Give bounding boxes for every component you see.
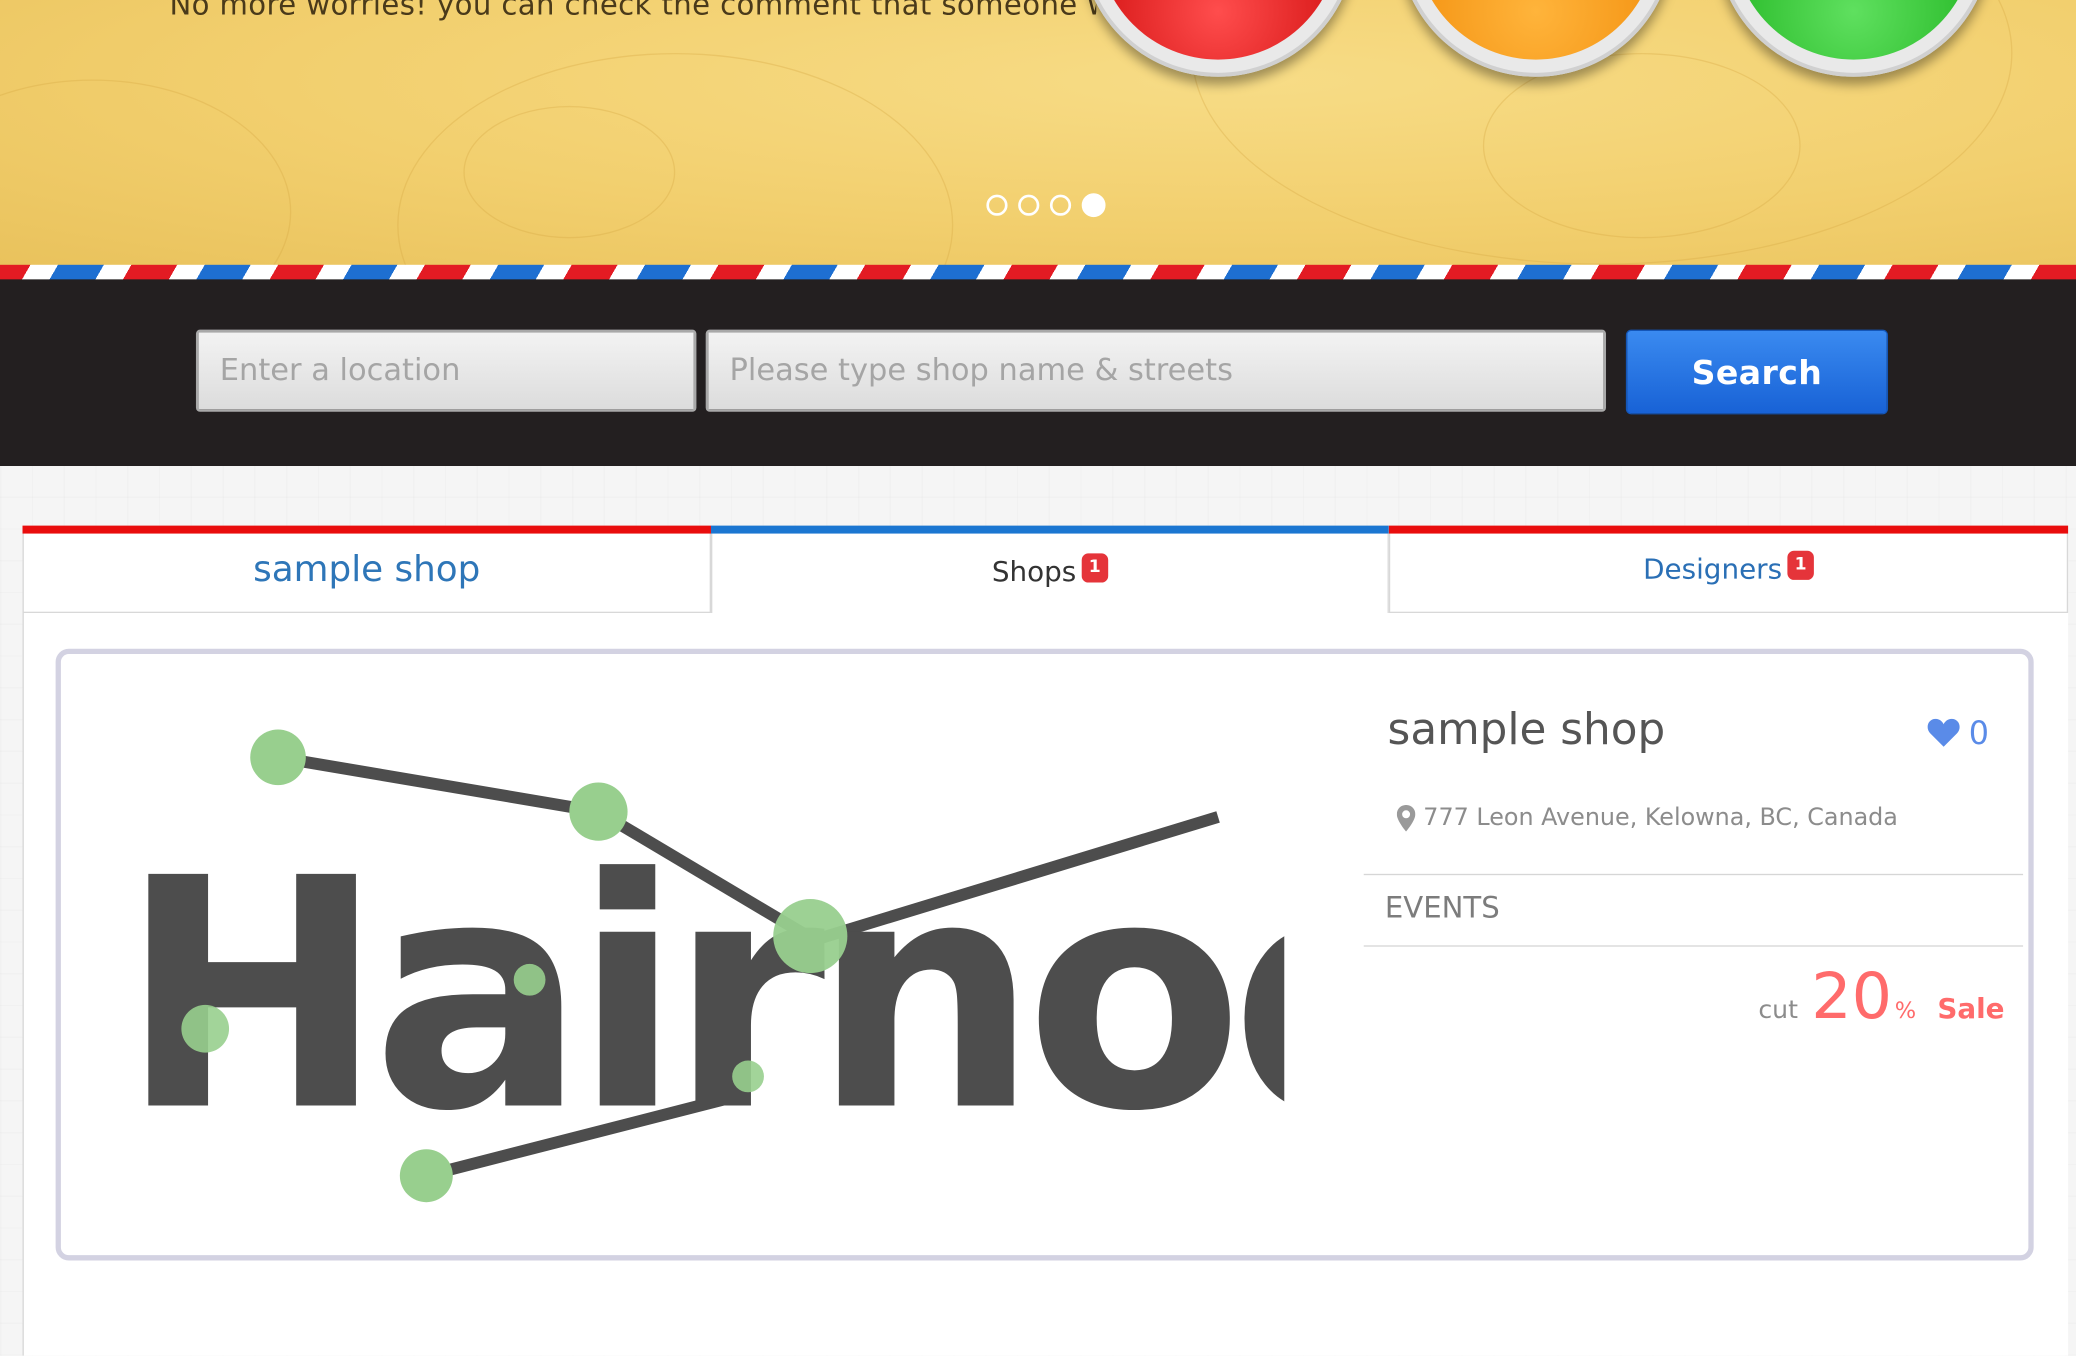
divider [1363, 945, 2024, 947]
like-button[interactable]: 0 [1926, 715, 1989, 752]
tab-label: sample shop [253, 548, 481, 590]
carousel-dot-active[interactable] [1081, 193, 1106, 218]
banner-pattern [1482, 52, 1801, 239]
banner-text: No more worries! you can check the comme… [169, 0, 1097, 23]
logo-wordmark: Hairnode [119, 811, 1284, 1181]
shop-search-input[interactable] [705, 329, 1607, 412]
hairnode-logo: Hairnode [119, 729, 1284, 1203]
carousel-dot[interactable] [1018, 194, 1040, 216]
event-sale-badge[interactable]: cut 20 % Sale [1758, 960, 2004, 1034]
count-badge: 1 [1787, 550, 1814, 580]
search-button[interactable]: Search [1625, 329, 1889, 415]
banner-pattern [0, 79, 292, 268]
airmail-stripe-divider [0, 264, 2076, 281]
heart-icon [1927, 718, 1960, 747]
shop-name[interactable]: sample shop [1388, 703, 1666, 755]
event-prefix: cut [1758, 995, 1799, 1025]
event-suffix: Sale [1937, 993, 2005, 1025]
tab-sample-shop[interactable]: sample shop [22, 525, 711, 614]
tab-label: Designers [1643, 553, 1783, 586]
event-discount-value: 20 [1811, 959, 1893, 1035]
events-heading: EVENTS [1384, 892, 1500, 926]
divider [1363, 873, 2024, 876]
location-input[interactable] [195, 329, 697, 412]
tab-label: Shops [991, 555, 1077, 588]
carousel-dot[interactable] [1049, 194, 1072, 216]
carousel-dot[interactable] [986, 194, 1008, 216]
search-bar: Search [0, 279, 2076, 467]
tab-shops[interactable]: Shops 1 [710, 525, 1389, 616]
hero-banner: No more worries! you can check the comme… [0, 0, 2076, 268]
event-discount-unit: % [1894, 998, 1917, 1025]
count-badge: 1 [1081, 552, 1109, 582]
like-count: 0 [1968, 714, 1990, 753]
tab-designers[interactable]: Designers 1 [1388, 525, 2069, 614]
map-pin-icon [1396, 804, 1416, 831]
banner-pattern [463, 105, 676, 239]
carousel-dots [986, 193, 1106, 218]
shop-address: 777 Leon Avenue, Kelowna, BC, Canada [1396, 803, 1898, 832]
address-text: 777 Leon Avenue, Kelowna, BC, Canada [1423, 803, 1898, 832]
